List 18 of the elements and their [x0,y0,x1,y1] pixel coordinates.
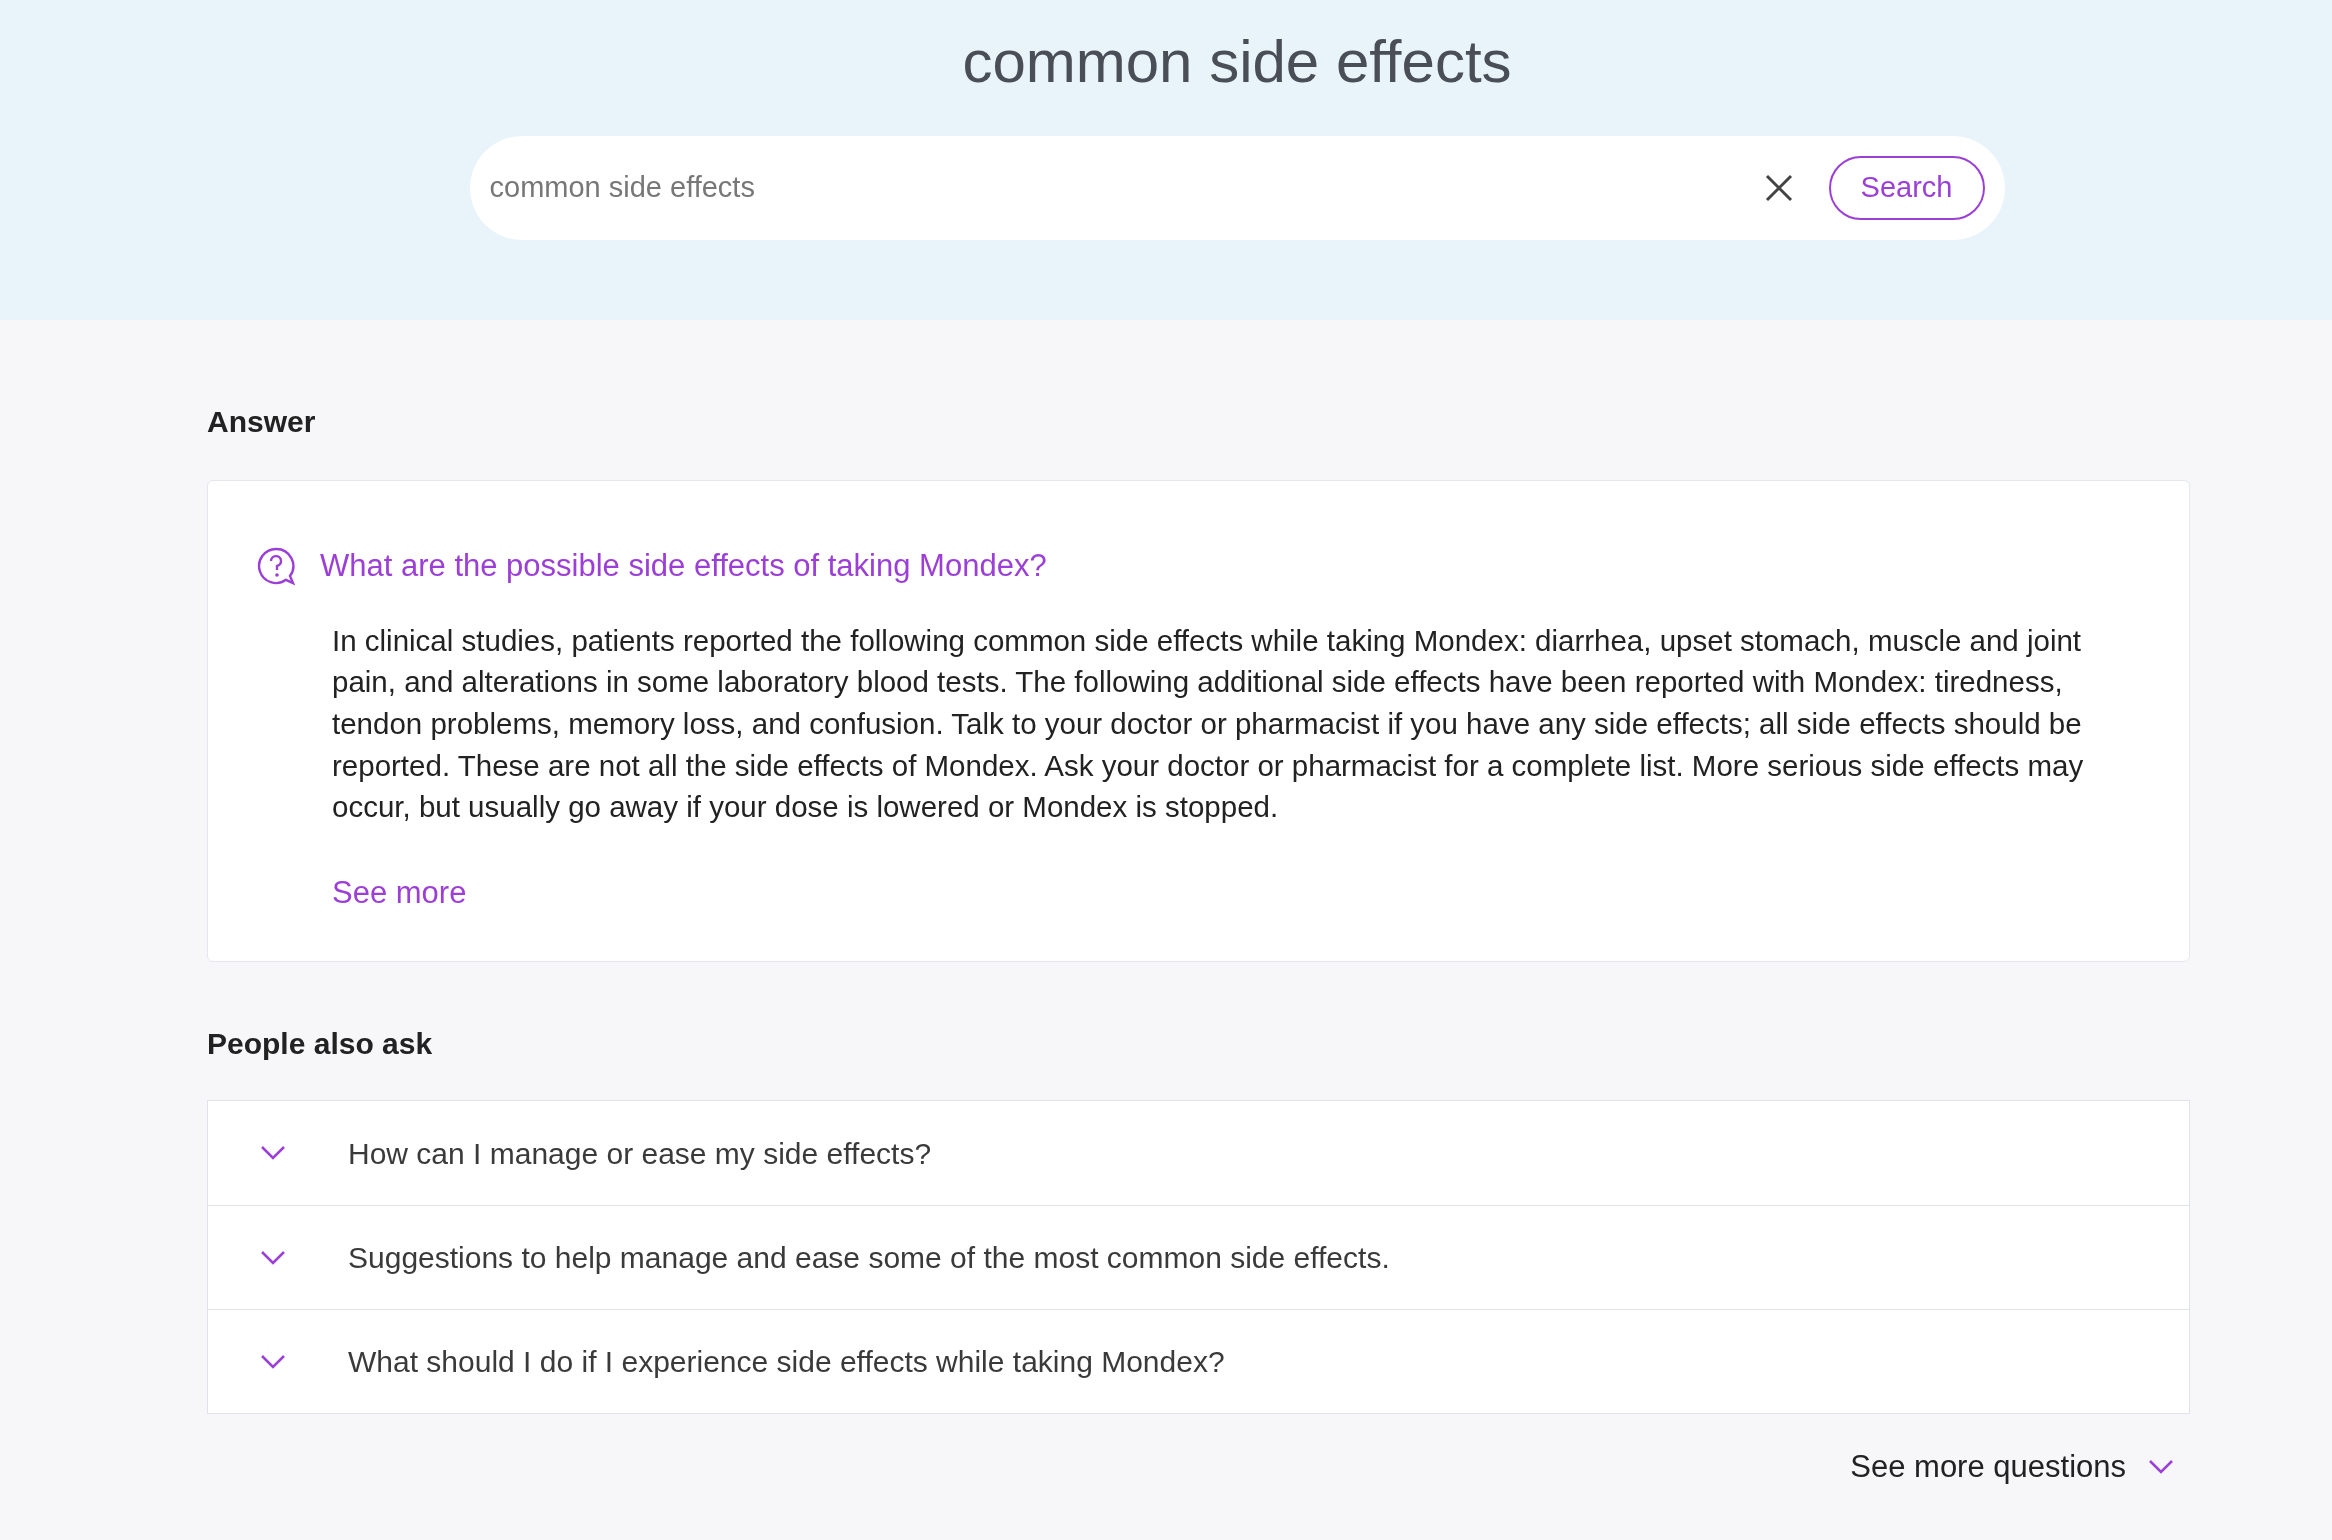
section-heading: Answer [207,404,317,440]
answer-text: In clinical studies, patients reported the following common side effects while taking Mondex: diarrhea, upset stomach, muscle and joint pain, and alterations in some laboratory blood tests. The following additional side effects have been reported with Mondex: tiredness, tendon problems, memory loss, and confusion. Talk to your doctor or pharmacist if you have any side effects; all side effects should be reported. These are not all the side effects of Mondex. Ask your doctor or pharmacist for a complete list. More serious side effects may occur, but usually go away if your dose is lowered or Mondex is stopped. [332,622,2085,826]
see-more-link[interactable]: See more [332,870,467,917]
chevron-icon [260,1353,286,1370]
answer-question: What are the possible side effects of taking Mondex? [320,547,1047,585]
chevron-icon [260,1145,286,1161]
see-more-questions-button[interactable]: See more questions [1850,1444,2174,1491]
question-row[interactable]: How can I manage or ease my side effects? [208,1101,2189,1205]
question-row[interactable]: What should I do if I experience side effects while taking Mondex? [208,1309,2189,1413]
question-row[interactable]: Suggestions to help manage and ease some of the most common side effects. [208,1205,2189,1309]
section-heading: People also ask [207,1026,434,1062]
chevron-icon [260,1249,286,1266]
page-title: common side effects [962,27,1512,97]
search-button[interactable]: Search [1828,156,1985,220]
question-bubble-icon [256,546,296,587]
chevron-icon [2148,1459,2174,1476]
close-icon[interactable] [1764,174,1793,202]
search-field[interactable]: common side effects Search [469,136,2005,240]
